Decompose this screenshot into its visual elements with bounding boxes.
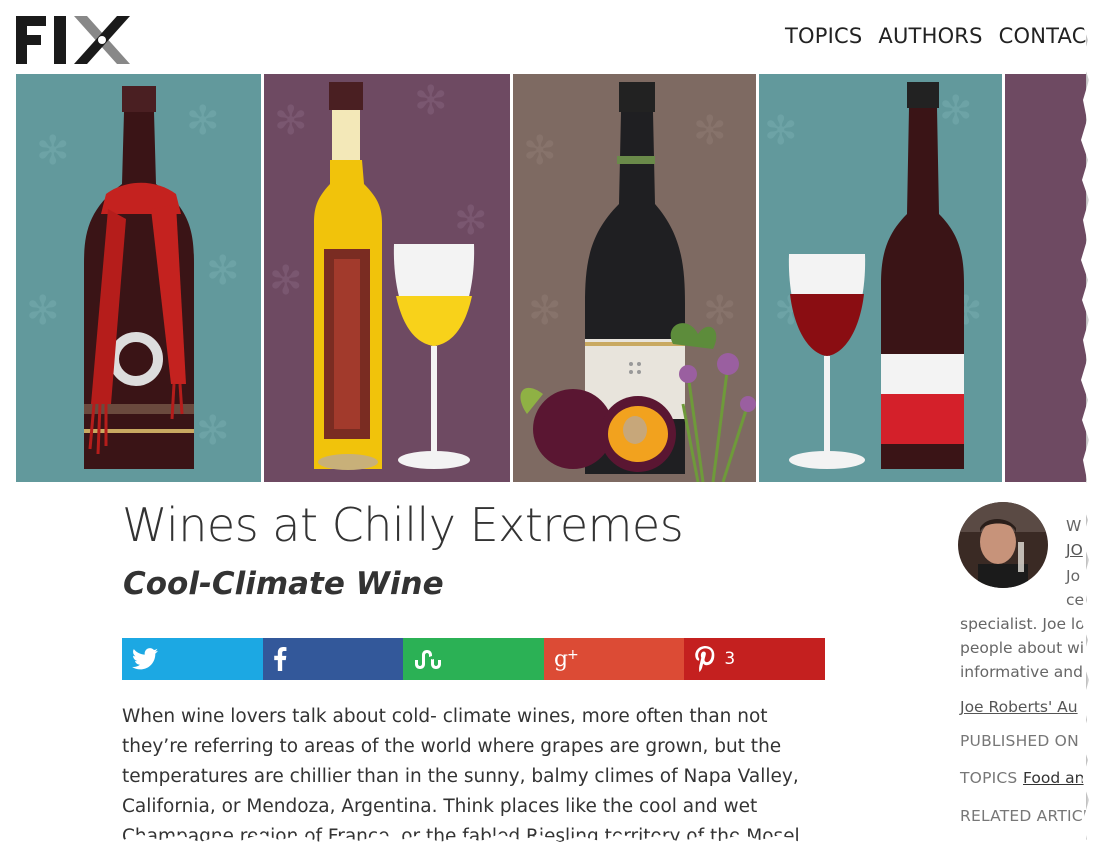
hero-panel-partial — [1002, 74, 1086, 482]
fix-logo[interactable] — [16, 14, 132, 66]
svg-text:✻: ✻ — [186, 98, 220, 144]
svg-text:✻: ✻ — [523, 128, 557, 174]
hero-panel-white-wine: ✻ ✻ ✻ ✻ — [261, 74, 510, 482]
hero-panel-scarf-bottle: ✻ ✻ ✻ ✻ ✻ — [16, 74, 261, 482]
hero-image: ✻ ✻ ✻ ✻ ✻ ✻ ✻ ✻ ✻ ✻ ✻ ✻ ✻ ✻ ✻ ✻ ✻ — [16, 74, 1086, 482]
article-body: When wine lovers talk about cold- climat… — [122, 706, 800, 845]
googleplus-icon: g + — [554, 647, 579, 671]
svg-text:✻: ✻ — [693, 108, 727, 154]
svg-text:✻: ✻ — [206, 248, 240, 294]
torn-edge-right — [1081, 0, 1103, 860]
svg-text:✻: ✻ — [274, 98, 308, 144]
stumbleupon-icon — [415, 650, 442, 669]
share-bar: g + 3 — [122, 638, 825, 680]
author-bio-line4: people about wi — [960, 639, 1085, 657]
svg-text:+: + — [567, 647, 579, 663]
top-nav: TOPICS AUTHORS CONTAC — [785, 24, 1086, 48]
topics-label: TOPICS — [960, 769, 1018, 787]
nav-topics[interactable]: TOPICS — [785, 24, 862, 48]
share-twitter-button[interactable] — [122, 638, 263, 680]
article-title: Wines at Chilly Extremes — [122, 498, 684, 552]
share-stumbleupon-button[interactable] — [403, 638, 544, 680]
facebook-icon — [273, 647, 287, 671]
svg-text:g: g — [554, 647, 568, 671]
author-avatar[interactable] — [958, 502, 1048, 588]
svg-text:✻: ✻ — [939, 88, 973, 134]
author-bio-line5: informative and — [960, 663, 1083, 681]
share-googleplus-button[interactable]: g + — [543, 638, 685, 680]
svg-text:✻: ✻ — [196, 408, 230, 454]
author-bio-line3: specialist. Joe lo — [960, 615, 1085, 633]
author-page-link[interactable]: Joe Roberts' Au — [960, 698, 1078, 716]
svg-text:✻: ✻ — [528, 288, 562, 334]
nav-contact[interactable]: CONTAC — [999, 24, 1086, 48]
svg-text:✻: ✻ — [36, 128, 70, 174]
page: TOPICS AUTHORS CONTAC ✻ ✻ ✻ ✻ ✻ ✻ ✻ ✻ ✻ … — [0, 0, 1086, 845]
svg-text:✻: ✻ — [269, 258, 303, 304]
svg-text:✻: ✻ — [414, 78, 448, 124]
share-pinterest-button[interactable]: 3 — [684, 638, 825, 680]
svg-text:✻: ✻ — [26, 288, 60, 334]
hero-panel-plums: ✻ ✻ ✻ ✻ — [510, 74, 756, 482]
share-facebook-button[interactable] — [262, 638, 404, 680]
nav-authors[interactable]: AUTHORS — [878, 24, 982, 48]
pinterest-icon — [695, 646, 715, 672]
pinterest-count: 3 — [724, 649, 736, 669]
svg-text:✻: ✻ — [454, 198, 488, 244]
hero-panel-red-wine: ✻ ✻ ✻ ✻ — [756, 74, 1002, 482]
svg-text:✻: ✻ — [764, 108, 798, 154]
topics-food-link[interactable]: Food an — [1023, 769, 1084, 787]
published-on-label: PUBLISHED ON — [960, 732, 1079, 750]
article-subtitle: Cool-Climate Wine — [123, 566, 444, 602]
related-articles-label: RELATED ARTICL — [960, 807, 1086, 825]
torn-edge-bottom — [0, 834, 1103, 860]
twitter-icon — [132, 648, 158, 670]
